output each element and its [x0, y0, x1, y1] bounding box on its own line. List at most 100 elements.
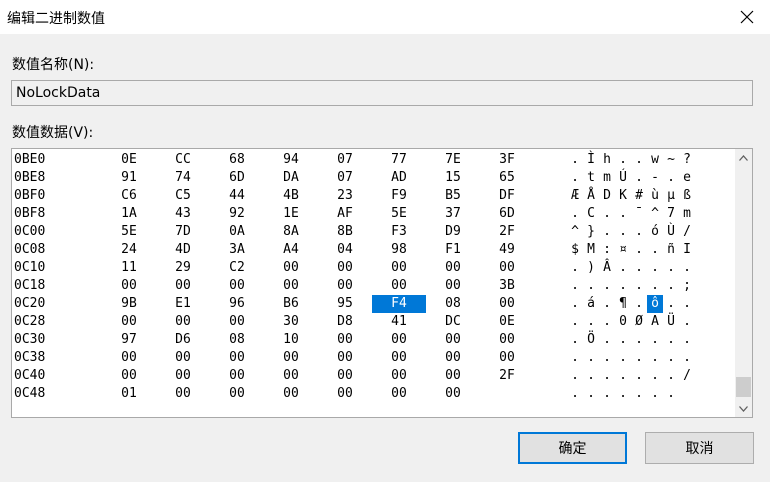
hex-byte[interactable]: 24 [102, 241, 156, 259]
hex-byte[interactable]: 08 [210, 331, 264, 349]
close-button[interactable] [724, 0, 770, 34]
hex-byte[interactable]: F3 [372, 223, 426, 241]
hex-byte[interactable]: 37 [426, 205, 480, 223]
hex-byte[interactable]: 43 [156, 205, 210, 223]
ascii-char[interactable]: . [567, 349, 583, 367]
ascii-char[interactable]: . [663, 277, 679, 295]
hex-byte[interactable]: B6 [264, 295, 318, 313]
ascii-char[interactable]: . [679, 313, 695, 331]
ascii-char[interactable]: . [679, 259, 695, 277]
hex-byte[interactable]: 10 [264, 331, 318, 349]
ascii-char[interactable]: . [647, 277, 663, 295]
ascii-char[interactable]: . [615, 223, 631, 241]
hex-byte[interactable]: 0E [480, 313, 534, 331]
ascii-char[interactable]: . [663, 259, 679, 277]
ascii-char[interactable]: . [631, 295, 647, 313]
ascii-char[interactable]: . [615, 385, 631, 403]
ascii-char[interactable]: ~ [663, 151, 679, 169]
ascii-char[interactable]: Ö [583, 331, 599, 349]
hex-byte[interactable]: 00 [318, 367, 372, 385]
ascii-char[interactable]: Ø [631, 313, 647, 331]
ascii-char[interactable]: . [647, 241, 663, 259]
ascii-char[interactable]: . [663, 349, 679, 367]
ascii-char[interactable]: . [567, 277, 583, 295]
hex-byte[interactable]: 9B [102, 295, 156, 313]
ascii-char[interactable]: I [679, 241, 695, 259]
hex-byte[interactable]: 6D [210, 169, 264, 187]
hex-byte[interactable]: 00 [156, 277, 210, 295]
hex-byte[interactable]: 74 [156, 169, 210, 187]
hex-row[interactable]: 0BF0 C6 C5 44 4B 23 F9 B5 DF Æ Å D K # ù µ ß [12, 187, 732, 205]
hex-byte[interactable]: 5E [102, 223, 156, 241]
hex-byte[interactable]: 92 [210, 205, 264, 223]
ascii-char[interactable]: . [615, 205, 631, 223]
hex-byte[interactable]: 07 [318, 169, 372, 187]
hex-row[interactable]: 0C08 24 4D 3A A4 04 98 F1 49 $ M: ¤.. ñ I [12, 241, 732, 259]
ascii-char[interactable]: M [583, 241, 599, 259]
hex-byte[interactable]: 23 [318, 187, 372, 205]
hex-row[interactable]: 0C18 00 00 00 00 00 00 00 3B.......; [12, 277, 732, 295]
hex-byte[interactable]: D8 [318, 313, 372, 331]
scroll-up-button[interactable] [735, 149, 752, 166]
hex-byte[interactable]: 4B [264, 187, 318, 205]
ascii-char[interactable]: . [599, 313, 615, 331]
ascii-char[interactable]: . [631, 331, 647, 349]
hex-byte[interactable]: 30 [264, 313, 318, 331]
vertical-scrollbar[interactable] [735, 149, 752, 417]
ascii-char[interactable]: . [631, 277, 647, 295]
hex-byte[interactable]: 00 [102, 349, 156, 367]
hex-byte[interactable]: 0A [210, 223, 264, 241]
hex-byte[interactable]: 00 [156, 367, 210, 385]
hex-row[interactable]: 0BE8 91 74 6D DA 07 AD 15 65. t m Ú. -. e [12, 169, 732, 187]
hex-byte[interactable]: 00 [102, 313, 156, 331]
ascii-char[interactable]: . [599, 349, 615, 367]
hex-editor[interactable]: 0BE0 0E CC 68 94 07 77 7E 3F. Ìh.. w ~? 0BE8 91 74 6D DA… [11, 148, 753, 418]
hex-byte[interactable]: D9 [426, 223, 480, 241]
ascii-char[interactable]: D [599, 187, 615, 205]
hex-byte[interactable]: 6D [480, 205, 534, 223]
hex-byte[interactable]: 3F [480, 151, 534, 169]
hex-row[interactable]: 0C00 5E 7D 0A 8A 8B F3 D9 2F ^}... ó Ù / [12, 223, 732, 241]
ascii-char[interactable]: . [599, 223, 615, 241]
hex-byte[interactable]: 49 [480, 241, 534, 259]
ascii-char[interactable]: m [599, 169, 615, 187]
ascii-char[interactable]: / [679, 223, 695, 241]
ascii-char[interactable]: t [583, 169, 599, 187]
ascii-char[interactable]: . [631, 385, 647, 403]
ascii-char[interactable]: . [583, 385, 599, 403]
ascii-char[interactable]: µ [663, 187, 679, 205]
hex-byte[interactable]: 00 [480, 349, 534, 367]
ascii-char[interactable]: . [663, 295, 679, 313]
ascii-char[interactable]: ) [583, 259, 599, 277]
hex-byte[interactable]: 44 [210, 187, 264, 205]
ascii-char[interactable]: . [599, 367, 615, 385]
hex-byte[interactable]: F9 [372, 187, 426, 205]
hex-byte[interactable]: B5 [426, 187, 480, 205]
hex-byte[interactable]: 00 [426, 331, 480, 349]
ascii-char[interactable]: . [663, 367, 679, 385]
hex-byte[interactable]: 41 [372, 313, 426, 331]
ascii-char[interactable]: á [583, 295, 599, 313]
hex-byte[interactable]: 00 [264, 367, 318, 385]
ascii-char[interactable]: . [567, 151, 583, 169]
scroll-down-button[interactable] [735, 400, 752, 417]
hex-byte[interactable]: DA [264, 169, 318, 187]
hex-byte[interactable]: 94 [264, 151, 318, 169]
hex-byte[interactable]: 29 [156, 259, 210, 277]
ascii-char[interactable]: . [631, 241, 647, 259]
ascii-char[interactable]: Ú [615, 169, 631, 187]
ascii-char[interactable]: ñ [663, 241, 679, 259]
hex-byte[interactable]: 96 [210, 295, 264, 313]
hex-byte[interactable]: 00 [372, 385, 426, 403]
hex-row[interactable]: 0C40 00 00 00 00 00 00 00 2F....... / [12, 367, 732, 385]
ascii-char[interactable]: ¯ [631, 205, 647, 223]
hex-byte[interactable]: 01 [102, 385, 156, 403]
ascii-char[interactable]: Ù [663, 223, 679, 241]
hex-byte[interactable]: 00 [318, 331, 372, 349]
ascii-char[interactable]: C [583, 205, 599, 223]
ascii-char[interactable]: . [599, 385, 615, 403]
hex-byte[interactable]: DC [426, 313, 480, 331]
hex-row[interactable]: 0C38 00 00 00 00 00 00 00 00........ [12, 349, 732, 367]
hex-byte[interactable]: 04 [318, 241, 372, 259]
hex-byte[interactable]: 8B [318, 223, 372, 241]
